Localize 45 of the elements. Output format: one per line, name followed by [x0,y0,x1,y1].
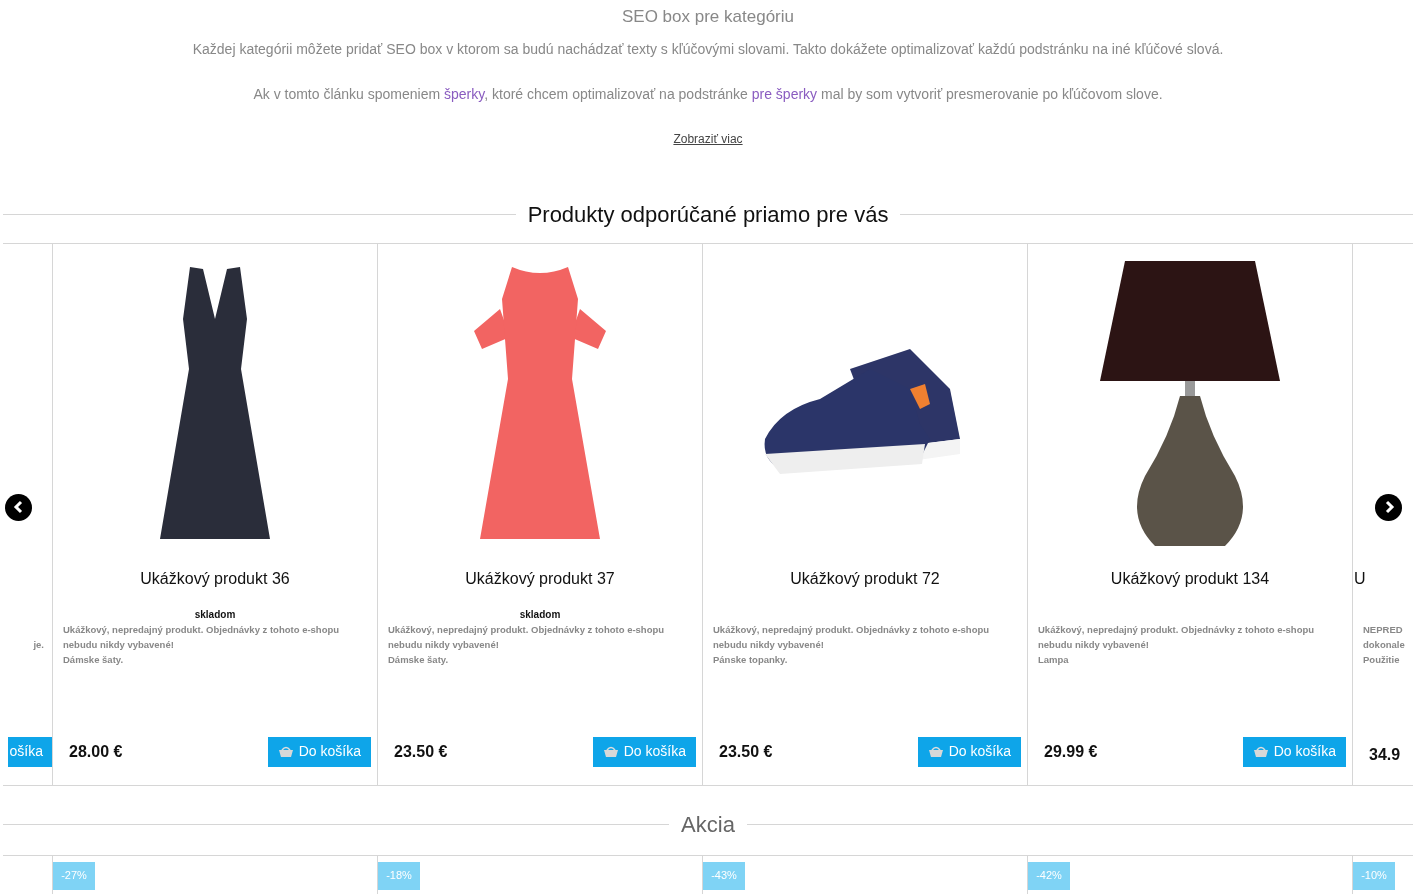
add-to-cart-button[interactable]: Do košíka [592,736,696,767]
product-description: dokonale [1363,637,1403,652]
product-description: Pánske topanky. [713,652,789,667]
add-to-cart-button[interactable]: Do košíka [917,736,1021,767]
basket-icon [927,745,944,758]
seo-paragraph: Ak v tomto článku spomeniem šperky, ktoré chcem optimalizovať na podstránke pre šperky mal by som vytvoriť presmerovanie po kľúčovom slove. [253,84,1163,104]
stock-status: skladom [194,607,236,622]
product-description: Lampa [1038,652,1070,667]
basket-icon [602,745,619,758]
add-to-cart-button[interactable]: Do košíka [1242,736,1346,767]
discount-badge: -42% [1028,861,1070,890]
product-price: 23.50 € [719,741,773,762]
product-title[interactable]: U [1354,566,1366,591]
basket-icon [1252,745,1269,758]
discount-badge: -18% [378,861,420,890]
basket-icon [277,745,294,758]
discount-badge: -43% [703,861,745,890]
product-title[interactable]: Ukážkový produkt 72 [790,566,940,591]
product-description: Ukážkový, nepredajný produkt. Objednávky z tohoto e-shopu nebudu nikdy vybavené! [388,622,666,652]
product-price: 23.50 € [394,741,448,762]
add-to-cart-button[interactable]: Do košíka [267,736,371,767]
discount-badge: -10% [1353,861,1395,890]
product-description: Ukážkový, nepredajný produkt. Objednávky z tohoto e-shopu nebudu nikdy vybavené! [1038,622,1316,652]
section-title: Produkty odporúčané priamo pre vás [526,200,890,229]
product-description: NEPRED [1363,622,1403,637]
seo-box-title: SEO box pre kategóriu [622,6,794,28]
text-link[interactable]: pre šperky [751,85,818,102]
product-description: Dámske šaty. [63,652,125,667]
seo-paragraph: Každej kategórii môžete pridať SEO box v ktorom sa budú nachádzať texty s kľúčovými slovami. Takto dokážete optimalizovať každú podstránku na iné kľúčové slová. [192,39,1224,59]
product-price: 28.00 € [69,741,123,762]
product-description: Ukážkový, nepredajný produkt. Objednávky z tohoto e-shopu nebudu nikdy vybavené! [713,622,991,652]
stock-status: skladom [519,607,561,622]
product-title[interactable]: Ukážkový produkt 134 [1110,566,1270,591]
product-description: Dámske šaty. [388,652,450,667]
product-price: 34.9 [1369,744,1401,765]
product-description: je. [33,637,44,652]
product-title[interactable]: Ukážkový produkt 37 [465,566,615,591]
discount-badge: -27% [53,861,95,890]
product-price: 29.99 € [1044,741,1098,762]
product-title[interactable]: Ukážkový produkt 36 [140,566,290,591]
product-description: Použitie [1363,652,1401,667]
product-description: Ukážkový, nepredajný produkt. Objednávky z tohoto e-shopu nebudu nikdy vybavené! [63,622,341,652]
show-more-link[interactable]: Zobraziť viac [673,129,743,148]
section-title: Akcia [680,810,736,839]
add-to-cart-button[interactable]: ošíka [7,736,52,767]
